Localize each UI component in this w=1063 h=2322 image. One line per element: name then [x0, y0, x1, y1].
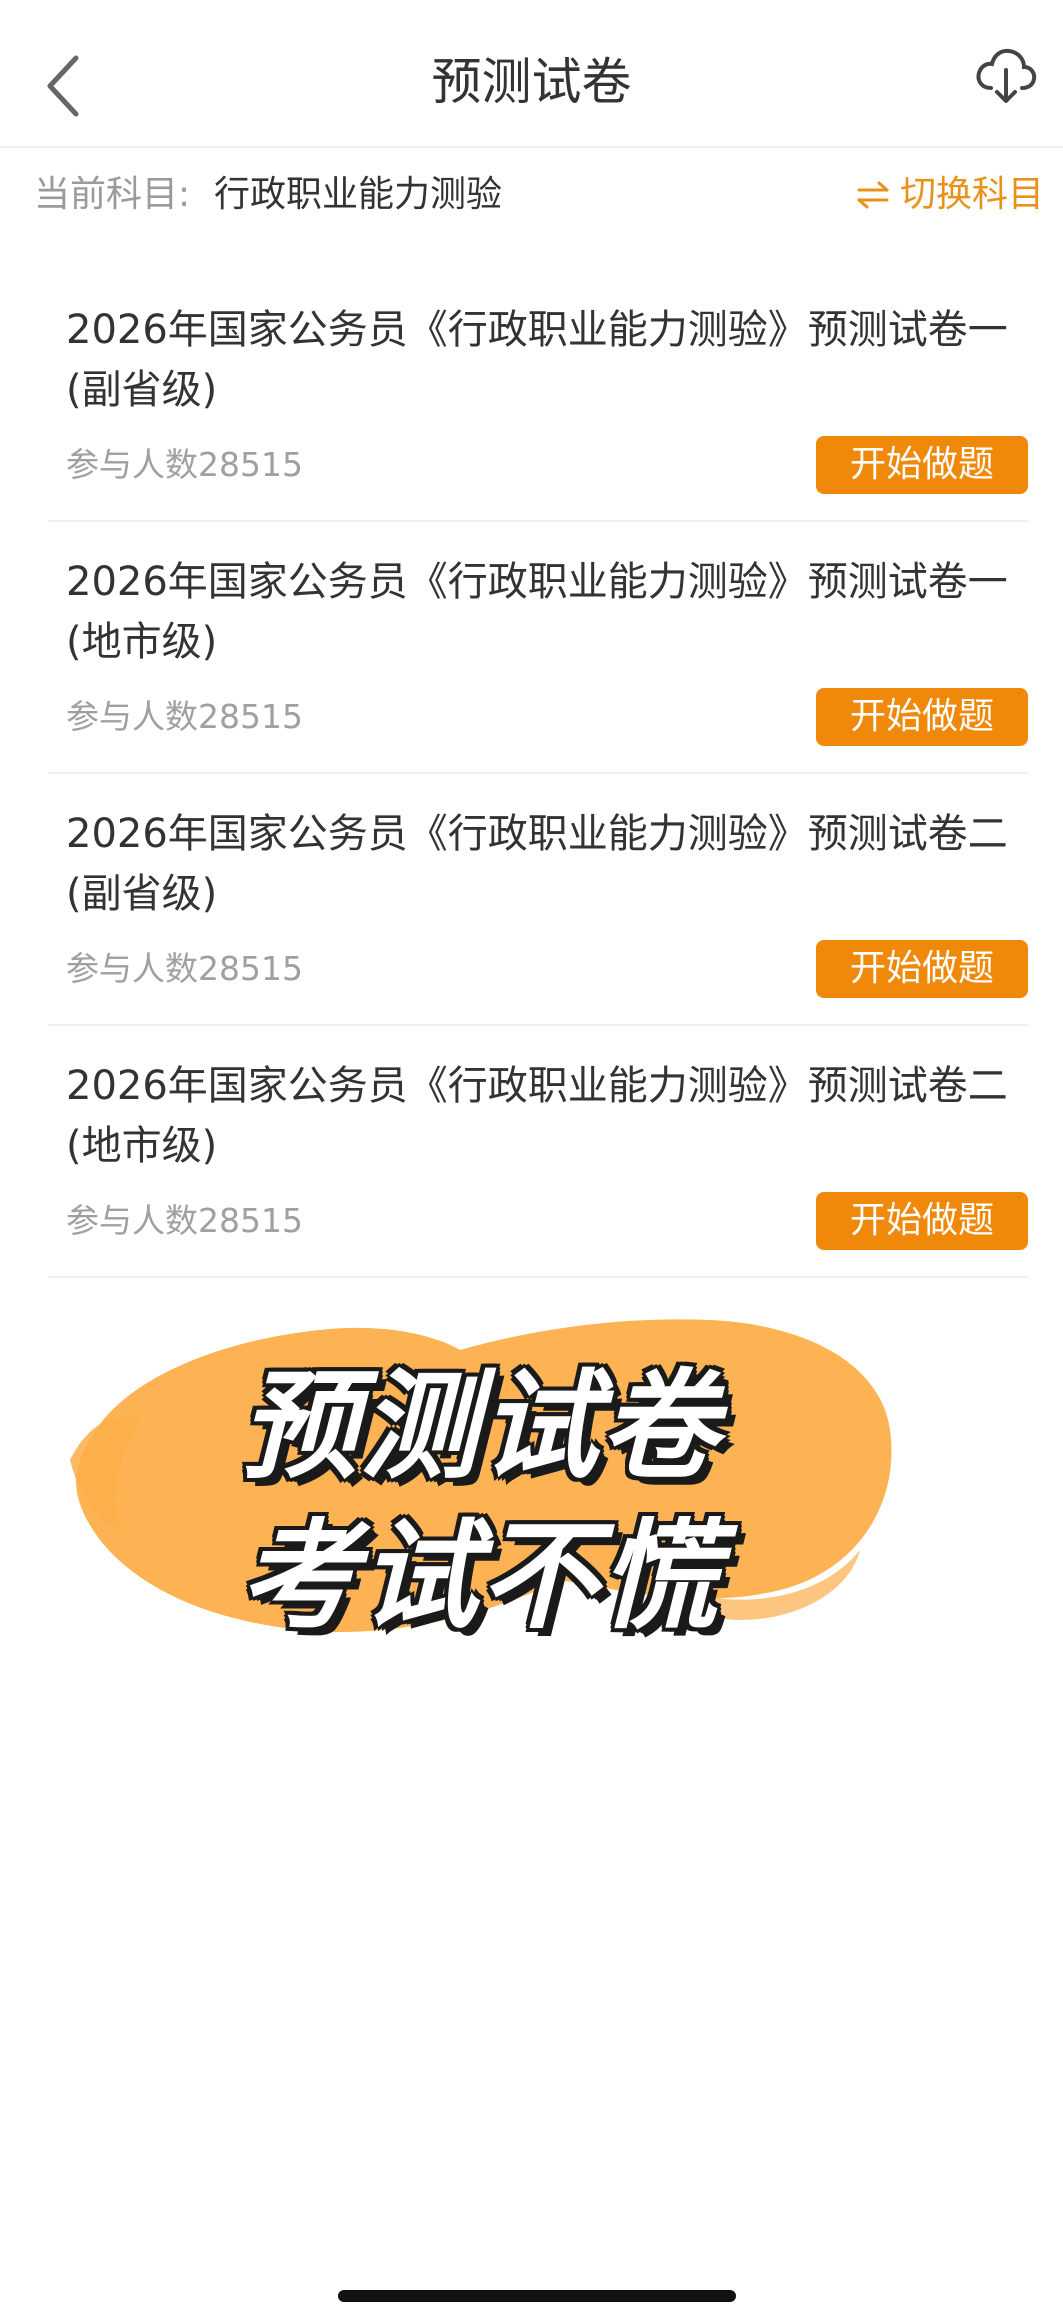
- swap-arrows-icon: [857, 181, 889, 209]
- paper-list-item[interactable]: 2026年国家公务员《行政职业能力测验》预测试卷二(地市级) 参与人数28515…: [48, 1026, 1028, 1278]
- paper-list-item[interactable]: 2026年国家公务员《行政职业能力测验》预测试卷一(副省级) 参与人数28515…: [48, 270, 1028, 522]
- switch-subject-label: 切换科目: [899, 174, 1044, 215]
- promo-banner: 预测试卷 考试不慌: [60, 1290, 900, 1660]
- promo-headline-1: 预测试卷: [239, 1357, 720, 1495]
- paper-list: 2026年国家公务员《行政职业能力测验》预测试卷一(副省级) 参与人数28515…: [48, 270, 1028, 1278]
- download-button[interactable]: [973, 42, 1039, 108]
- participant-count: 参与人数28515: [66, 949, 303, 988]
- start-exam-button[interactable]: 开始做题: [816, 1192, 1028, 1250]
- paper-title: 2026年国家公务员《行政职业能力测验》预测试卷一(地市级): [66, 559, 1008, 665]
- participant-count: 参与人数28515: [66, 1201, 303, 1240]
- promo-headline-2: 考试不慌: [239, 1507, 720, 1645]
- paper-title: 2026年国家公务员《行政职业能力测验》预测试卷二(地市级): [66, 1063, 1008, 1169]
- switch-subject-button[interactable]: 切换科目: [856, 170, 1044, 220]
- paper-title: 2026年国家公务员《行政职业能力测验》预测试卷一(副省级): [66, 307, 1008, 413]
- paper-title: 2026年国家公务员《行政职业能力测验》预测试卷二(副省级): [66, 811, 1008, 917]
- current-subject-label: 当前科目:: [34, 174, 191, 215]
- participant-count: 参与人数28515: [66, 697, 303, 736]
- paper-list-item[interactable]: 2026年国家公务员《行政职业能力测验》预测试卷二(副省级) 参与人数28515…: [48, 774, 1028, 1026]
- participant-count: 参与人数28515: [66, 445, 303, 484]
- current-subject-value: 行政职业能力测验: [214, 174, 503, 215]
- start-exam-button[interactable]: 开始做题: [816, 436, 1028, 494]
- home-indicator-bar: [338, 2290, 736, 2302]
- subject-bar: 当前科目: 行政职业能力测验 切换科目: [34, 160, 1044, 230]
- start-exam-button[interactable]: 开始做题: [816, 940, 1028, 998]
- cloud-download-icon: [976, 48, 1037, 103]
- paper-list-item[interactable]: 2026年国家公务员《行政职业能力测验》预测试卷一(地市级) 参与人数28515…: [48, 522, 1028, 774]
- start-exam-button[interactable]: 开始做题: [816, 688, 1028, 746]
- top-nav-bar: 预测试卷: [0, 0, 1063, 148]
- page-title: 预测试卷: [431, 53, 632, 111]
